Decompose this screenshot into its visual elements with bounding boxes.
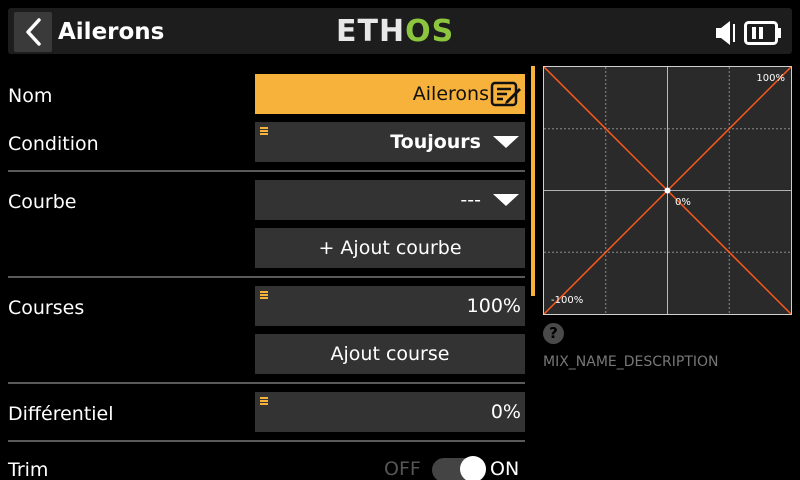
- name-label: Nom: [8, 85, 53, 107]
- question-icon[interactable]: ?: [543, 323, 564, 344]
- condition-dropdown[interactable]: Toujours: [255, 122, 525, 162]
- name-field[interactable]: Ailerons: [255, 74, 525, 114]
- curve-label: Courbe: [8, 191, 77, 213]
- divider: [8, 276, 525, 278]
- curve-dropdown[interactable]: ---: [255, 180, 525, 220]
- curve-value: ---: [460, 189, 481, 211]
- chevron-down-icon: [493, 194, 519, 206]
- divider: [8, 382, 525, 384]
- ethos-logo: ETHOS: [336, 14, 455, 49]
- differential-field[interactable]: 0%: [255, 392, 525, 432]
- differential-value: 0%: [490, 401, 521, 423]
- divider: [8, 440, 525, 442]
- speaker-icon[interactable]: [716, 20, 740, 46]
- list-icon: [260, 397, 268, 405]
- trim-on-label: ON: [490, 458, 520, 480]
- edit-icon[interactable]: [490, 81, 522, 107]
- graph-max-label: 100%: [756, 73, 785, 84]
- differential-label: Différentiel: [8, 403, 114, 425]
- graph-center-label: 0%: [675, 197, 691, 208]
- trim-label: Trim: [8, 459, 49, 480]
- name-value: Ailerons: [412, 83, 489, 105]
- back-button[interactable]: [14, 12, 52, 52]
- battery-icon[interactable]: [744, 20, 784, 46]
- add-curve-button[interactable]: + Ajout courbe: [255, 228, 525, 268]
- rates-label: Courses: [8, 297, 85, 319]
- graph-min-label: -100%: [551, 295, 584, 306]
- chevron-left-icon: [26, 18, 41, 46]
- condition-label: Condition: [8, 133, 99, 155]
- condition-value: Toujours: [390, 131, 481, 153]
- list-icon: [260, 291, 268, 299]
- chevron-down-icon: [493, 136, 519, 148]
- trim-off-label: OFF: [384, 458, 421, 480]
- curve-graph: 100% 0% -100%: [543, 66, 792, 315]
- list-icon: [260, 127, 268, 135]
- scrollbar[interactable]: [531, 66, 535, 296]
- divider: [8, 170, 525, 172]
- rates-field[interactable]: 100%: [255, 286, 525, 326]
- rates-value: 100%: [466, 295, 521, 317]
- trim-toggle-knob[interactable]: [460, 456, 486, 480]
- help-description: MIX_NAME_DESCRIPTION: [543, 354, 719, 370]
- page-title: Ailerons: [58, 19, 165, 45]
- add-rate-button[interactable]: Ajout course: [255, 334, 525, 374]
- curve-graph-svg: [544, 67, 791, 314]
